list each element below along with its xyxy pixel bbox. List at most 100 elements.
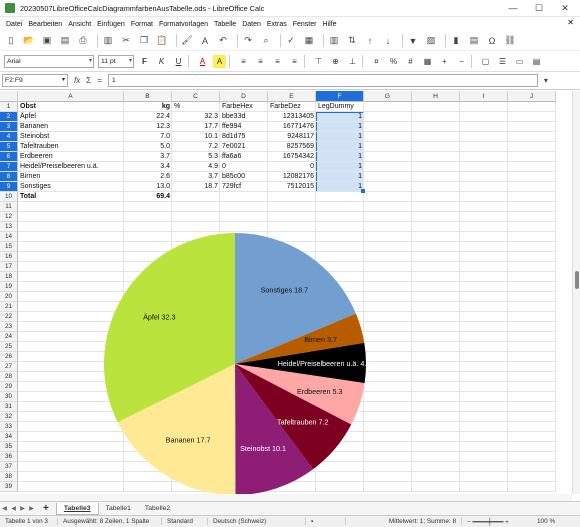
menu-einfuegen[interactable]: Einfügen [97, 21, 125, 28]
data-cell[interactable]: 7.0 [124, 132, 172, 142]
total-label-cell[interactable]: Total [18, 192, 124, 202]
image-icon[interactable]: ▨ [424, 34, 438, 48]
row-header[interactable]: 11 [0, 202, 18, 212]
data-cell[interactable]: 7.2 [172, 142, 220, 152]
data-cell[interactable]: 7512015 [268, 182, 316, 192]
column-header-e[interactable]: E [268, 91, 316, 102]
sum-icon[interactable]: Σ [86, 76, 91, 85]
border-color-icon[interactable]: ▭ [513, 55, 526, 68]
cut-icon[interactable]: ✂ [119, 34, 133, 48]
data-cell[interactable]: 729fcf [220, 182, 268, 192]
date-icon[interactable]: ▦ [421, 55, 434, 68]
undo-icon[interactable]: ↶ [216, 34, 230, 48]
data-cell[interactable]: b85c00 [220, 172, 268, 182]
row-header[interactable]: 26 [0, 352, 18, 362]
font-size-box[interactable]: 11 pt ▾ [98, 54, 134, 68]
chart-icon[interactable]: ▮ [449, 34, 463, 48]
row-header[interactable]: 5 [0, 142, 18, 152]
print-preview-icon[interactable]: ▥ [101, 34, 115, 48]
minimize-button[interactable]: — [500, 0, 526, 17]
data-cell[interactable]: 1 [316, 162, 364, 172]
data-cell[interactable]: 2.6 [124, 172, 172, 182]
row-header[interactable]: 19 [0, 282, 18, 292]
name-box[interactable]: F2:F9 ▾ [2, 74, 68, 87]
sheet-tab-tabelle2[interactable]: Tabelle2 [138, 503, 177, 515]
scroll-thumb[interactable] [575, 271, 579, 289]
row-header[interactable]: 23 [0, 322, 18, 332]
open-icon[interactable]: 📂 [22, 34, 36, 48]
column-header-i[interactable]: I [460, 91, 508, 102]
autofilter-icon[interactable]: ▼ [406, 34, 420, 48]
justify-icon[interactable]: ≡ [288, 55, 301, 68]
number-format-icon[interactable]: # [404, 55, 417, 68]
add-sheet-button[interactable]: + [36, 503, 56, 515]
row-header[interactable]: 25 [0, 342, 18, 352]
row-header[interactable]: 16 [0, 252, 18, 262]
row-header[interactable]: 30 [0, 392, 18, 402]
fill-handle[interactable] [361, 189, 365, 193]
data-cell[interactable]: 0 [220, 162, 268, 172]
font-color-button[interactable]: A [196, 55, 209, 68]
row-header[interactable]: 17 [0, 262, 18, 272]
header-cell[interactable]: kg [124, 102, 172, 112]
align-middle-icon[interactable]: ⊕ [329, 55, 342, 68]
menu-format[interactable]: Format [131, 21, 153, 28]
clone-formatting-icon[interactable]: 🖌 [180, 34, 194, 48]
percent-icon[interactable]: % [387, 55, 400, 68]
column-header-a[interactable]: A [18, 91, 124, 102]
row-header[interactable]: 29 [0, 382, 18, 392]
spelling-icon[interactable]: ✓ [284, 34, 298, 48]
column-header-f[interactable]: F [316, 91, 364, 102]
row-header[interactable]: 24 [0, 332, 18, 342]
sort-ascending-icon[interactable]: ↑ [363, 34, 377, 48]
sort-descending-icon[interactable]: ↓ [381, 34, 395, 48]
conditional-format-icon[interactable]: ▤ [530, 55, 543, 68]
column-header-b[interactable]: B [124, 91, 172, 102]
clear-formatting-icon[interactable]: A [198, 34, 212, 48]
data-cell[interactable]: 5.3 [172, 152, 220, 162]
row-header[interactable]: 38 [0, 472, 18, 482]
menu-bearbeiten[interactable]: Bearbeiten [28, 21, 62, 28]
menu-hilfe[interactable]: Hilfe [322, 21, 336, 28]
row-header[interactable]: 28 [0, 372, 18, 382]
next-sheet-icon[interactable]: ▶ [18, 505, 27, 512]
data-cell[interactable]: 12082176 [268, 172, 316, 182]
menu-tabelle[interactable]: Tabelle [214, 21, 236, 28]
data-cell[interactable]: 12.3 [124, 122, 172, 132]
row-header[interactable]: 37 [0, 462, 18, 472]
underline-button[interactable]: U [172, 55, 185, 68]
data-cell[interactable]: 16771476 [268, 122, 316, 132]
redo-icon[interactable]: ↷ [241, 34, 255, 48]
column-header-d[interactable]: D [220, 91, 268, 102]
data-cell[interactable]: 1 [316, 182, 364, 192]
row-header[interactable]: 32 [0, 412, 18, 422]
align-right-icon[interactable]: ≡ [271, 55, 284, 68]
header-cell[interactable]: LegDummy [316, 102, 364, 112]
export-pdf-icon[interactable]: ▤ [58, 34, 72, 48]
first-sheet-icon[interactable]: ◀ [0, 505, 9, 512]
menu-fenster[interactable]: Fenster [293, 21, 317, 28]
header-cell[interactable]: Obst [18, 102, 124, 112]
data-cell[interactable]: 1 [316, 112, 364, 122]
data-cell[interactable]: Bananen [18, 122, 124, 132]
pivot-table-icon[interactable]: ▤ [467, 34, 481, 48]
italic-button[interactable]: K [155, 55, 168, 68]
data-cell[interactable]: 5.0 [124, 142, 172, 152]
sheet-tab-tabelle3[interactable]: Tabelle3 [55, 502, 99, 515]
row-header[interactable]: 4 [0, 132, 18, 142]
row-header[interactable]: 39 [0, 482, 18, 492]
currency-icon[interactable]: ¤ [370, 55, 383, 68]
row-header[interactable]: 3 [0, 122, 18, 132]
data-cell[interactable]: 17.7 [172, 122, 220, 132]
column-header-c[interactable]: C [172, 91, 220, 102]
column-icon[interactable]: ▥ [327, 34, 341, 48]
vertical-scrollbar[interactable] [572, 91, 580, 494]
data-cell[interactable]: Erdbeeren [18, 152, 124, 162]
menu-ansicht[interactable]: Ansicht [68, 21, 91, 28]
row-header[interactable]: 34 [0, 432, 18, 442]
delete-decimal-icon[interactable]: − [455, 55, 468, 68]
row-header[interactable]: 9 [0, 182, 18, 192]
data-cell[interactable]: 18.7 [172, 182, 220, 192]
header-cell[interactable]: FarbeDez [268, 102, 316, 112]
border-style-icon[interactable]: ☰ [496, 55, 509, 68]
